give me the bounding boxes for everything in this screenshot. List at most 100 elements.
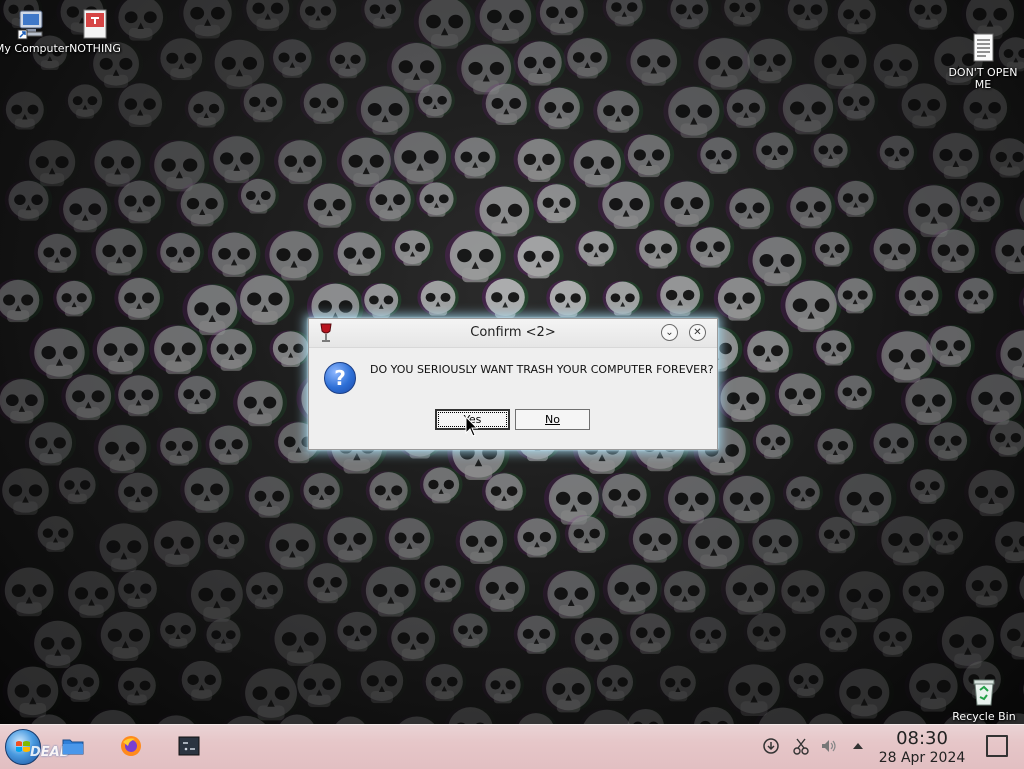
- chevron-up-icon[interactable]: [849, 737, 867, 755]
- desktop-icon-label: Recycle Bin: [952, 710, 1016, 723]
- dialog-titlebar[interactable]: Confirm <2> ⌄ ✕: [309, 319, 717, 348]
- skull-shape: [356, 85, 415, 135]
- skull-shape: [58, 467, 96, 505]
- skull-shape: [569, 138, 626, 188]
- skull-shape: [61, 373, 116, 421]
- skull-shape: [575, 230, 618, 267]
- skull-shape: [481, 472, 527, 511]
- clock[interactable]: 08:30 28 Apr 2024: [872, 728, 972, 766]
- skull-shape: [986, 419, 1024, 457]
- skull-shape: [416, 181, 457, 217]
- skull-shape: [455, 519, 508, 564]
- skull-shape: [149, 324, 208, 375]
- skull-shape: [100, 611, 151, 662]
- close-icon: ✕: [693, 327, 702, 338]
- skull-shape: [593, 89, 644, 133]
- skull-shape: [814, 427, 857, 465]
- dialog-title: Confirm <2>: [470, 325, 556, 340]
- skull-shape: [941, 616, 994, 669]
- skull-shape: [686, 616, 727, 654]
- skull-shape: [1019, 575, 1024, 600]
- skull-shape: [89, 139, 146, 187]
- skull-shape: [204, 521, 248, 559]
- skull-shape: [61, 664, 100, 702]
- skull-shape: [384, 517, 435, 560]
- skull-shape: [626, 612, 675, 655]
- skull-shape: [274, 614, 327, 666]
- skull-shape: [513, 40, 566, 86]
- skull-shape: [114, 179, 166, 224]
- show-desktop-button[interactable]: [986, 735, 1008, 757]
- skull-shape: [158, 715, 195, 724]
- skull-shape: [720, 564, 780, 615]
- skull-shape: [53, 280, 96, 317]
- desktop-icon-nothing[interactable]: NOTHING: [55, 8, 135, 55]
- skull-shape: [206, 618, 241, 653]
- skull-shape: [787, 0, 828, 31]
- skull-shape: [389, 130, 452, 185]
- skull-shape: [869, 227, 921, 272]
- skull-shape: [1018, 286, 1024, 317]
- skull-shape: [747, 612, 786, 652]
- skull-shape: [444, 229, 506, 283]
- skull-shape: [180, 466, 234, 513]
- skull-shape: [926, 324, 975, 367]
- skull-shape: [58, 186, 112, 233]
- skull-shape: [686, 226, 735, 268]
- desktop-icon-label: DON'T OPEN ME: [948, 66, 1018, 91]
- skull-shape: [450, 136, 500, 179]
- volume-icon[interactable]: [820, 737, 838, 755]
- skull-shape: [323, 516, 377, 563]
- skull-shape: [205, 424, 253, 465]
- skull-shape: [966, 373, 1024, 425]
- skull-shape: [811, 231, 853, 267]
- no-button[interactable]: No: [515, 409, 590, 430]
- skull-shape: [391, 229, 434, 266]
- skull-shape: [513, 137, 565, 182]
- skull-shape: [597, 472, 651, 519]
- dialog-body: ? DO YOU SERIOUSLY WANT TRASH YOUR COMPU…: [309, 348, 717, 448]
- desktop-icon-label: NOTHING: [69, 42, 121, 55]
- desktop-icon-dont-open-me[interactable]: DON'T OPEN ME: [943, 8, 1023, 103]
- skull-shape: [154, 520, 201, 567]
- skull-shape: [29, 327, 90, 380]
- question-icon: ?: [324, 362, 356, 394]
- skull-shape: [723, 88, 770, 128]
- skull-shape: [474, 185, 534, 237]
- skull-shape: [747, 518, 803, 566]
- skull-shape: [834, 374, 875, 410]
- desktop-icon-recycle-bin[interactable]: Recycle Bin: [944, 676, 1024, 723]
- firefox-icon[interactable]: [120, 735, 142, 757]
- close-button[interactable]: ✕: [689, 324, 706, 341]
- skull-shape: [420, 564, 465, 603]
- skull-shape: [696, 136, 741, 174]
- skull-shape: [834, 82, 879, 121]
- skull-shape: [208, 135, 265, 184]
- skull-shape: [623, 133, 675, 178]
- network-icon[interactable]: [762, 737, 780, 755]
- skull-shape: [92, 325, 150, 375]
- skull-shape: [628, 516, 682, 563]
- skull-shape: [812, 329, 855, 366]
- skull-shape: [333, 610, 377, 652]
- skull-shape: [114, 471, 162, 513]
- skull-shape: [743, 37, 797, 84]
- scissors-icon[interactable]: [792, 737, 810, 755]
- file-manager-icon[interactable]: [62, 735, 84, 757]
- skull-shape: [635, 229, 682, 269]
- skull-shape: [869, 422, 919, 465]
- skull-shape: [834, 277, 877, 314]
- taskbar: DEAD 08:30 28 Apr 2024: [0, 724, 1024, 769]
- skull-shape: [808, 713, 844, 724]
- skull-shape: [883, 710, 927, 724]
- skull-shape: [481, 277, 529, 318]
- skull-shape: [365, 471, 412, 511]
- skull-shape: [245, 668, 297, 721]
- skull-shape: [246, 0, 290, 31]
- skull-shape: [873, 618, 913, 657]
- minimize-button[interactable]: ⌄: [661, 324, 678, 341]
- skull-shape: [515, 712, 554, 724]
- skull-shape: [928, 131, 984, 180]
- terminal-icon[interactable]: [178, 735, 200, 757]
- skull-shape: [274, 139, 327, 185]
